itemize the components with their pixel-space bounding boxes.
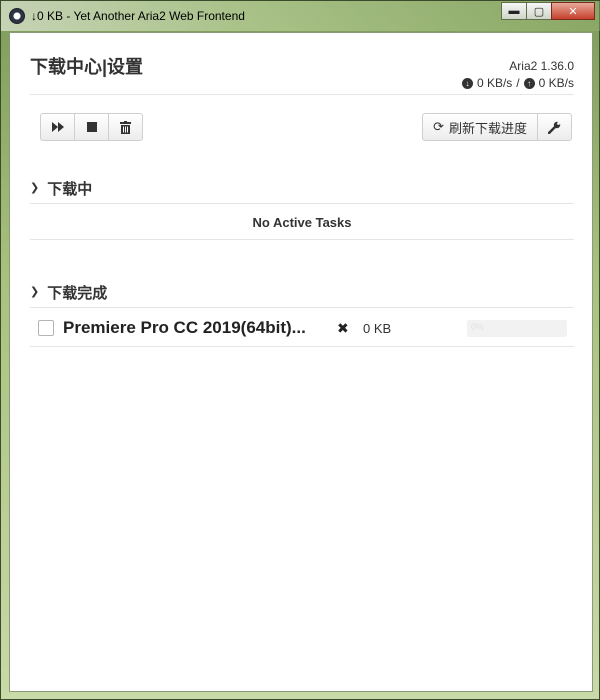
completed-section-header[interactable]: ❯ 下载完成 — [30, 278, 574, 308]
task-progress-bar: 0% — [467, 319, 567, 337]
delete-button[interactable] — [108, 113, 143, 141]
refresh-icon: ⟳ — [433, 119, 444, 134]
empty-message: No Active Tasks — [252, 214, 352, 230]
upload-arrow-icon: ↑ — [523, 77, 535, 89]
chevron-down-icon: ❯ — [30, 182, 40, 194]
task-row[interactable]: Premiere Pro CC 2019(64bit)... ✖ 0 KB 0% — [30, 310, 574, 347]
stop-icon — [86, 122, 97, 132]
start-all-button[interactable] — [40, 113, 75, 141]
settings-button[interactable] — [537, 113, 572, 141]
minimize-button[interactable]: ▬ — [501, 2, 527, 20]
active-section-header[interactable]: ❯ 下载中 — [30, 174, 574, 204]
task-size: 0 KB — [363, 320, 392, 336]
speed-readout: ↓ 0 KB/s / ↑ 0 KB/s — [461, 76, 574, 90]
speed-separator: / — [516, 76, 520, 90]
page-title[interactable]: 下载中心|设置 — [30, 53, 143, 79]
refresh-progress-button[interactable]: ⟳ 刷新下载进度 — [422, 113, 538, 141]
wrench-icon — [548, 121, 561, 134]
refresh-label: 刷新下载进度 — [448, 120, 527, 136]
maximize-button[interactable]: ▢ — [526, 2, 552, 20]
refresh-toolbar: ⟳ 刷新下载进度 — [422, 113, 572, 141]
main-panel: 下载中心|设置 Aria2 1.36.0 ↓ 0 KB/s / ↑ 0 KB/s — [9, 32, 593, 692]
completed-section-title: 下载完成 — [47, 285, 108, 302]
window-controls: ▬ ▢ ✕ — [501, 2, 595, 20]
trash-icon — [120, 120, 131, 134]
fast-forward-icon — [51, 122, 64, 132]
app-window: ↓0 KB - Yet Another Aria2 Web Frontend ▬… — [0, 0, 600, 700]
chevron-down-icon: ❯ — [30, 286, 40, 298]
page-header: 下载中心|设置 Aria2 1.36.0 ↓ 0 KB/s / ↑ 0 KB/s — [30, 33, 574, 95]
task-toolbar — [40, 113, 143, 141]
upload-speed: 0 KB/s — [538, 76, 574, 90]
task-checkbox[interactable] — [38, 320, 54, 336]
download-speed: 0 KB/s — [476, 76, 513, 90]
active-section-title: 下载中 — [47, 181, 93, 198]
no-active-tasks: No Active Tasks — [30, 205, 574, 240]
stop-all-button[interactable] — [74, 113, 109, 141]
window-title: ↓0 KB - Yet Another Aria2 Web Frontend — [31, 9, 245, 23]
aria2-version: Aria2 1.36.0 — [509, 59, 574, 73]
task-name[interactable]: Premiere Pro CC 2019(64bit)... — [63, 318, 323, 338]
cross-icon: ✖ — [337, 319, 349, 336]
app-icon — [9, 8, 25, 24]
close-button[interactable]: ✕ — [551, 2, 595, 20]
progress-text: 0% — [471, 321, 485, 332]
title-bar[interactable]: ↓0 KB - Yet Another Aria2 Web Frontend ▬… — [1, 1, 600, 31]
download-arrow-icon: ↓ — [461, 77, 473, 89]
